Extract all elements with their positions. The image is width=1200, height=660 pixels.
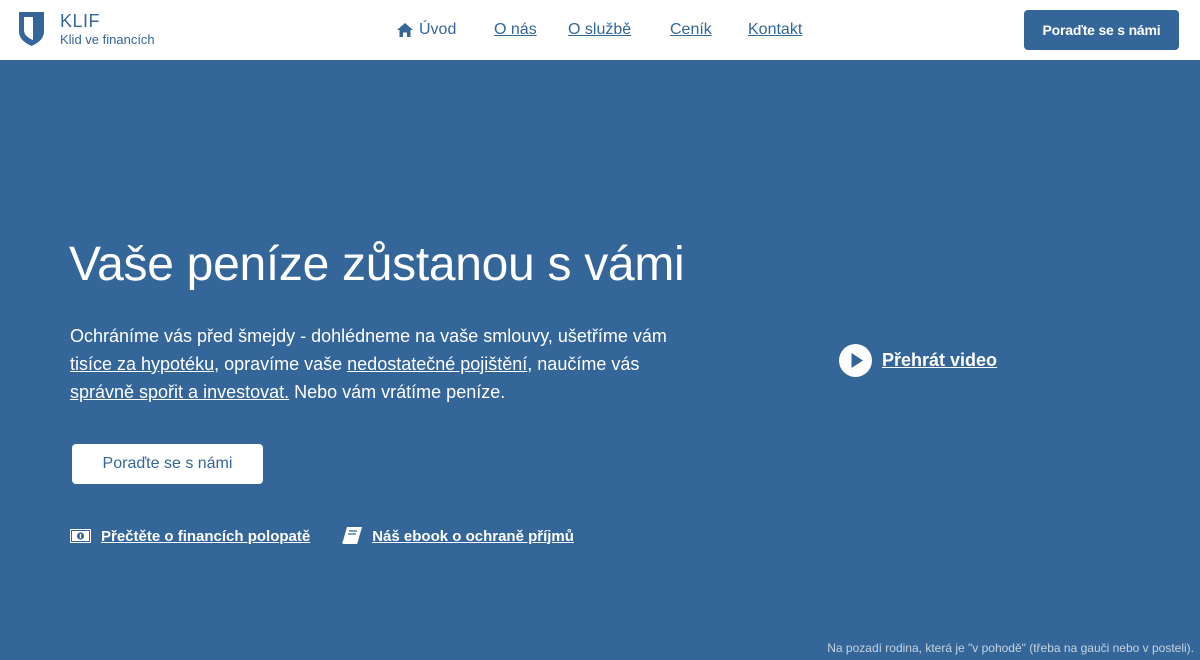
- mortgage-link[interactable]: tisíce za hypotéku: [70, 354, 214, 374]
- play-icon: [839, 344, 872, 377]
- nav-item-about[interactable]: O nás: [494, 21, 537, 39]
- background-caption: Na pozadí rodina, která je "v pohodě" (t…: [827, 641, 1194, 655]
- ebook-link[interactable]: Náš ebook o ochraně příjmů: [342, 527, 574, 545]
- site-header: KLIF Klid ve financích Úvod O nás O služ…: [0, 0, 1200, 60]
- lead-text: , opravíme vaše: [214, 354, 348, 374]
- hero-headline: Vaše peníze zůstanou s vámi: [69, 238, 685, 291]
- resource-links: Přečtěte o financích polopatě Náš ebook …: [70, 527, 606, 545]
- play-video-link[interactable]: Přehrát video: [839, 344, 997, 377]
- nav-item-service[interactable]: O službě: [568, 21, 631, 39]
- nav-item-label: Úvod: [419, 21, 457, 38]
- lead-text: , naučíme vás: [527, 354, 640, 374]
- investing-link[interactable]: správně spořit a investovat.: [70, 382, 289, 402]
- lead-text: Ochráníme vás před šmejdy - dohlédneme n…: [70, 326, 667, 346]
- header-consult-button[interactable]: Poraďte se s námi: [1024, 10, 1179, 50]
- finance-article-label: Přečtěte o financích polopatě: [101, 527, 311, 545]
- lead-text: Nebo vám vrátíme peníze.: [289, 382, 506, 402]
- nav-item-pricing[interactable]: Ceník: [670, 21, 712, 39]
- money-icon: [70, 529, 91, 543]
- home-icon: [397, 23, 413, 37]
- nav-item-contact[interactable]: Kontakt: [748, 21, 802, 39]
- insurance-link[interactable]: nedostatečné pojištění: [347, 354, 527, 374]
- main-nav: Úvod O nás O službě Ceník Kontakt: [0, 0, 1200, 60]
- book-icon: [342, 527, 363, 544]
- finance-article-link[interactable]: Přečtěte o financích polopatě: [70, 528, 310, 545]
- play-video-label: Přehrát video: [882, 350, 998, 370]
- nav-item-home[interactable]: Úvod: [397, 21, 456, 39]
- hero-lead: Ochráníme vás před šmejdy - dohlédneme n…: [70, 322, 690, 406]
- hero-consult-button[interactable]: Poraďte se s námi: [72, 444, 263, 484]
- ebook-label: Náš ebook o ochraně příjmů: [372, 527, 574, 545]
